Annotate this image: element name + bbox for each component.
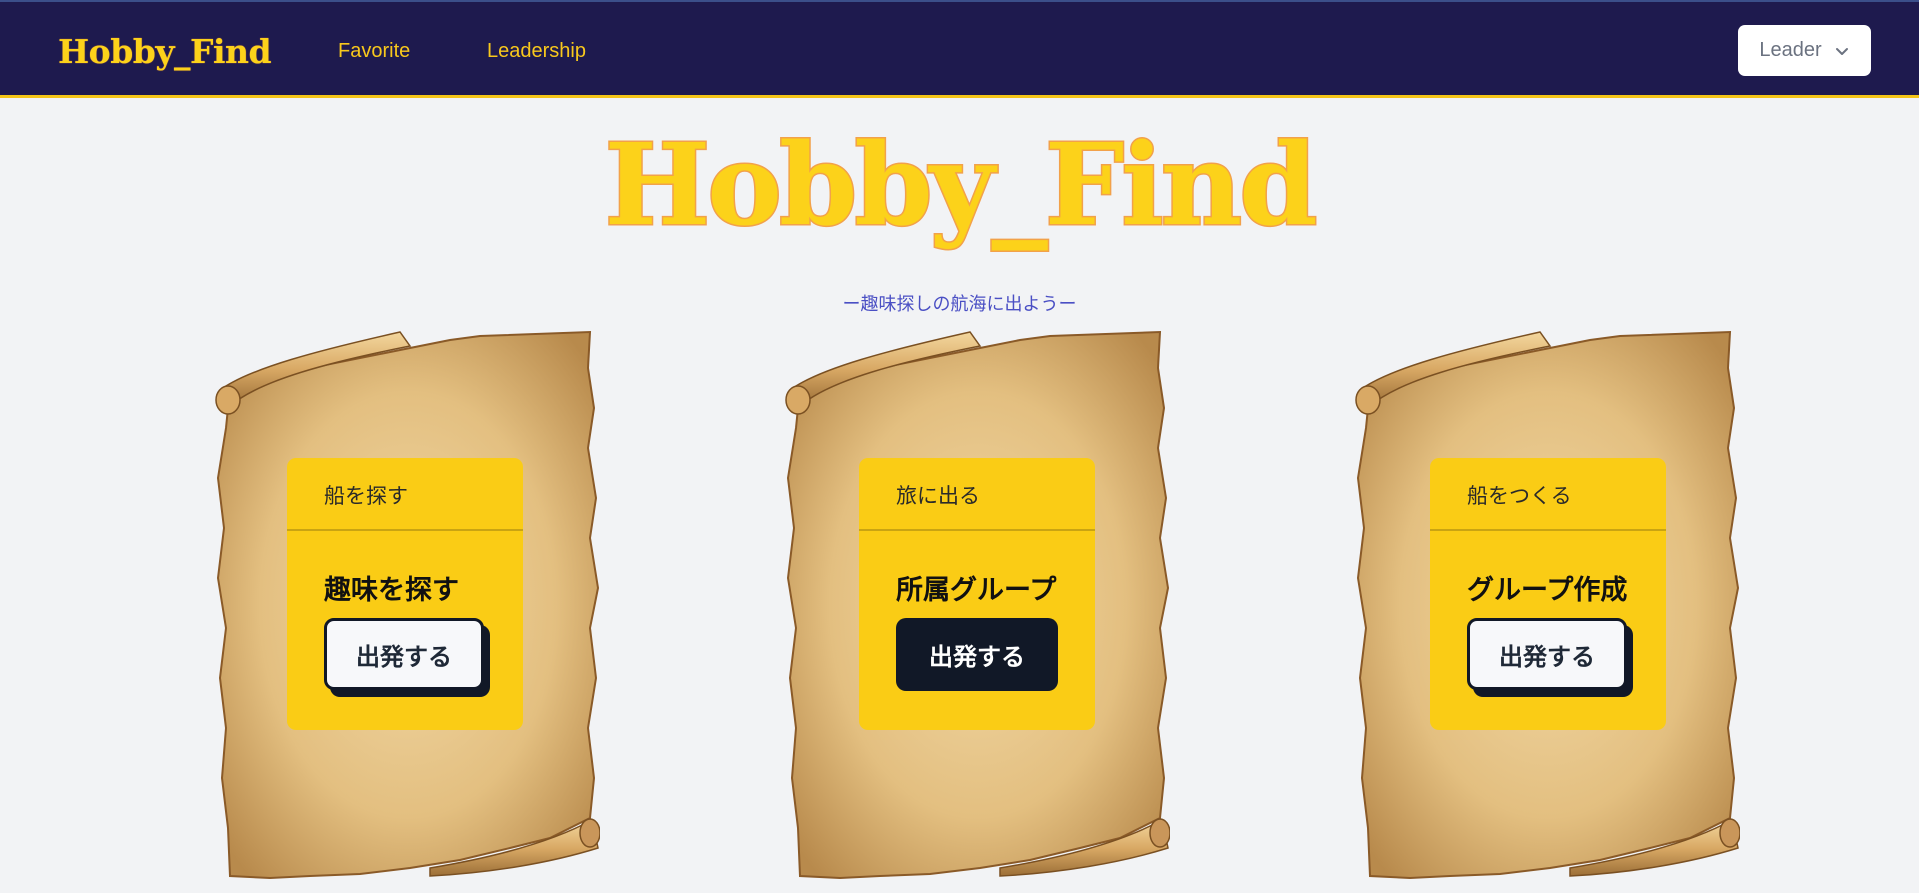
scroll-card-go-journey: 旅に出る 所属グループ 出発する bbox=[780, 328, 1170, 880]
hero-subtitle: ー趣味探しの航海に出ようー bbox=[842, 294, 1077, 315]
user-menu-dropdown[interactable]: Leader bbox=[1738, 25, 1871, 76]
user-menu-label: Leader bbox=[1759, 39, 1822, 61]
top-navbar: Hobby_Find Favorite Leadership Leader bbox=[0, 0, 1919, 98]
card-header: 船を探す bbox=[287, 458, 523, 531]
chevron-down-icon bbox=[1835, 47, 1848, 55]
card: 船をつくる グループ作成 出発する bbox=[1430, 458, 1666, 730]
depart-button[interactable]: 出発する bbox=[896, 618, 1058, 691]
depart-button[interactable]: 出発する bbox=[324, 618, 484, 690]
card-title: 趣味を探す bbox=[324, 575, 459, 606]
nav-link-leadership[interactable]: Leadership bbox=[487, 40, 586, 63]
hero-title: Hobby_Find bbox=[603, 120, 1319, 251]
card-header: 旅に出る bbox=[859, 458, 1095, 531]
scroll-card-create-ship: 船をつくる グループ作成 出発する bbox=[1350, 328, 1740, 880]
scroll-card-find-ship: 船を探す 趣味を探す 出発する bbox=[210, 328, 600, 880]
nav-link-favorite[interactable]: Favorite bbox=[338, 40, 410, 63]
card: 旅に出る 所属グループ 出発する bbox=[859, 458, 1095, 730]
card: 船を探す 趣味を探す 出発する bbox=[287, 458, 523, 730]
nav-logo[interactable]: Hobby_Find bbox=[58, 32, 272, 71]
card-title: 所属グループ bbox=[896, 575, 1057, 606]
depart-button[interactable]: 出発する bbox=[1467, 618, 1627, 690]
card-header: 船をつくる bbox=[1430, 458, 1666, 531]
card-title: グループ作成 bbox=[1467, 575, 1628, 606]
